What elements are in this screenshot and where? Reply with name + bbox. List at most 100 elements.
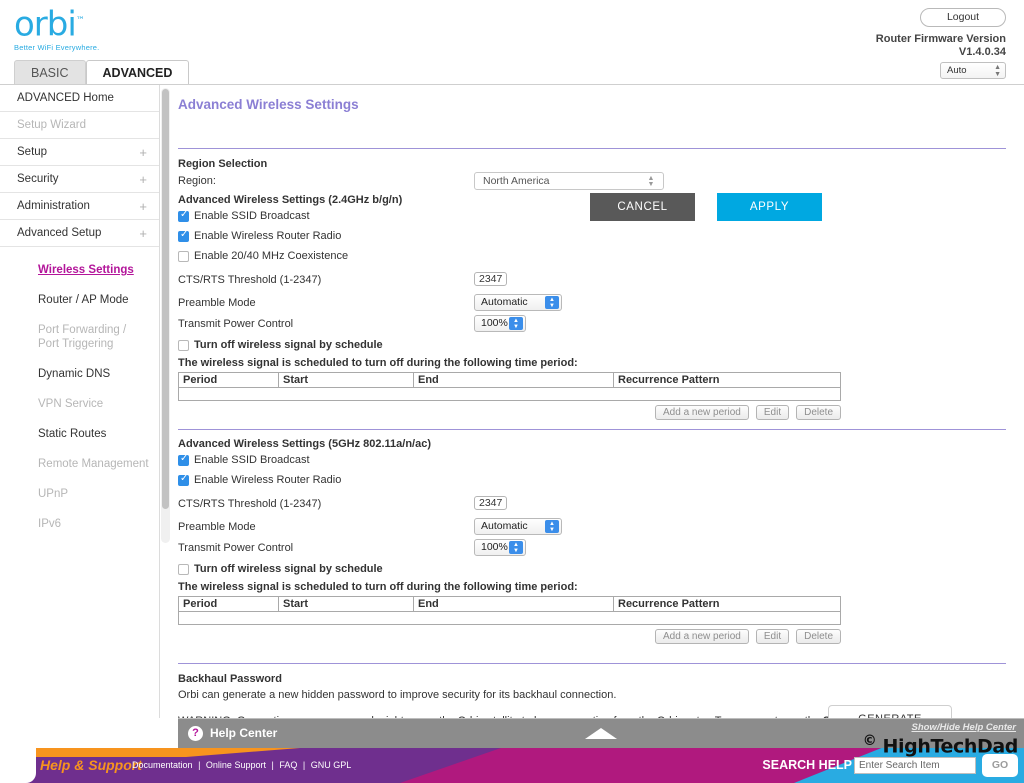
band24-preamble-select[interactable]: Automatic ▲ ▼ (474, 294, 562, 311)
chevron-updown-icon: ▲ ▼ (509, 317, 523, 330)
watermark-text: HighTechDad (882, 735, 1019, 757)
logout-button[interactable]: Logout (920, 8, 1006, 27)
band5-add-period-button[interactable]: Add a new period (655, 629, 749, 644)
footer-link-documentation[interactable]: Documentation (132, 760, 193, 770)
band5-ssid-broadcast-row[interactable]: Enable SSID Broadcast (178, 452, 1006, 469)
band24-coexistence-row[interactable]: Enable 20/40 MHz Coexistence (178, 248, 1006, 265)
trademark-symbol: ™ (75, 16, 85, 26)
band24-edit-button[interactable]: Edit (755, 405, 790, 420)
band5-preamble-label: Preamble Mode (178, 521, 256, 533)
scrollbar-thumb[interactable] (162, 89, 169, 509)
tab-basic[interactable]: BASIC (14, 60, 86, 84)
band24-cts-row: CTS/RTS Threshold (1-2347) 2347 (178, 272, 1006, 288)
sidebar-item-advanced-home[interactable]: ADVANCED Home (0, 85, 159, 112)
band24-add-period-button[interactable]: Add a new period (655, 405, 749, 420)
plus-icon: + (139, 172, 147, 187)
checkbox-checked-icon[interactable] (178, 229, 189, 242)
sidebar-item-upnp[interactable]: UPnP (0, 479, 159, 509)
band-5-title: Advanced Wireless Settings (5GHz 802.11a… (178, 438, 432, 450)
footer-link-gnu-gpl[interactable]: GNU GPL (311, 760, 352, 770)
sidebar-item-label: Advanced Setup (17, 227, 102, 239)
band24-router-radio-label: Enable Wireless Router Radio (194, 230, 342, 242)
footer-links: Documentation | Online Support | FAQ | G… (132, 760, 351, 770)
band5-schedule-row[interactable]: Turn off wireless signal by schedule (178, 561, 1006, 578)
region-row: Region: North America ▲ ▼ (178, 172, 1006, 190)
link-separator: | (271, 760, 274, 770)
tab-advanced[interactable]: ADVANCED (85, 60, 190, 84)
checkbox-checked-icon[interactable] (178, 473, 189, 486)
band5-delete-button[interactable]: Delete (796, 629, 841, 644)
generate-button[interactable]: GENERATE (828, 705, 952, 718)
band5-power-select[interactable]: 100% ▲ ▼ (474, 539, 526, 556)
sidebar-item-security[interactable]: Security + (0, 166, 159, 193)
caret-up-icon[interactable] (585, 728, 617, 739)
backhaul-title: Backhaul Password (178, 673, 282, 685)
checkbox-unchecked-icon[interactable] (178, 564, 189, 575)
band5-cts-input[interactable]: 2347 (474, 496, 508, 510)
empty-cell (178, 611, 841, 625)
sidebar-item-label: Setup Wizard (17, 119, 87, 131)
search-input[interactable]: Enter Search Item (854, 757, 976, 774)
band5-preamble-select[interactable]: Automatic ▲ ▼ (474, 518, 562, 535)
content-scrollbar[interactable] (161, 88, 170, 543)
show-hide-help-center-link[interactable]: Show/Hide Help Center (911, 722, 1016, 733)
checkbox-unchecked-icon[interactable] (178, 340, 189, 351)
plus-icon: + (139, 145, 147, 160)
watermark: © HighTechDad (863, 733, 1019, 757)
column-start: Start (278, 596, 414, 612)
band5-cts-row: CTS/RTS Threshold (1-2347) 2347 (178, 496, 1006, 512)
section-divider-backhaul (178, 663, 1006, 664)
band5-router-radio-row[interactable]: Enable Wireless Router Radio (178, 472, 1006, 489)
go-button[interactable]: GO (982, 754, 1018, 777)
language-select[interactable]: Auto ▲ ▼ (940, 62, 1006, 79)
sidebar-item-setup[interactable]: Setup + (0, 139, 159, 166)
page-title: Advanced Wireless Settings (178, 97, 359, 112)
band24-router-radio-row[interactable]: Enable Wireless Router Radio (178, 228, 1006, 245)
region-select-value: North America (483, 175, 550, 187)
band24-preamble-label: Preamble Mode (178, 297, 256, 309)
sidebar-item-setup-wizard[interactable]: Setup Wizard (0, 112, 159, 139)
band24-schedule-note: The wireless signal is scheduled to turn… (178, 357, 578, 369)
sidebar-item-port-forwarding[interactable]: Port Forwarding / Port Triggering (0, 315, 159, 359)
sidebar-item-ipv6[interactable]: IPv6 (0, 509, 159, 539)
chevron-updown-icon: ▲ ▼ (647, 175, 655, 188)
band24-delete-button[interactable]: Delete (796, 405, 841, 420)
sidebar-item-advanced-setup[interactable]: Advanced Setup + (0, 220, 159, 247)
band24-schedule-row[interactable]: Turn off wireless signal by schedule (178, 337, 1006, 354)
sidebar-item-remote-management[interactable]: Remote Management (0, 449, 159, 479)
chevron-updown-icon: ▲ ▼ (545, 520, 559, 533)
band5-edit-button[interactable]: Edit (755, 629, 790, 644)
band24-cts-input[interactable]: 2347 (474, 272, 508, 286)
band24-power-value: 100% (481, 317, 508, 329)
sidebar-item-vpn-service[interactable]: VPN Service (0, 389, 159, 419)
sidebar-item-label: Security (17, 173, 59, 185)
band24-schedule-buttons: Add a new period Edit Delete (178, 405, 841, 420)
question-mark-icon: ? (188, 726, 203, 741)
sidebar-item-label: Administration (17, 200, 90, 212)
sidebar-item-administration[interactable]: Administration + (0, 193, 159, 220)
band24-preamble-row: Preamble Mode Automatic ▲ ▼ (178, 294, 1006, 311)
page-body: ADVANCED Home Setup Wizard Setup + Secur… (0, 85, 1024, 718)
band24-power-select[interactable]: 100% ▲ ▼ (474, 315, 526, 332)
region-select[interactable]: North America ▲ ▼ (474, 172, 664, 190)
table-header-row: Period Start End Recurrence Pattern (178, 372, 841, 388)
sidebar-item-static-routes[interactable]: Static Routes (0, 419, 159, 449)
checkbox-checked-icon[interactable] (178, 209, 189, 222)
band24-schedule-table: Period Start End Recurrence Pattern (178, 372, 841, 401)
footer-link-faq[interactable]: FAQ (279, 760, 297, 770)
sidebar-item-dynamic-dns[interactable]: Dynamic DNS (0, 359, 159, 389)
column-recurrence: Recurrence Pattern (613, 372, 841, 388)
footer-link-online-support[interactable]: Online Support (206, 760, 266, 770)
checkbox-unchecked-icon[interactable] (178, 251, 189, 262)
band24-ssid-broadcast-row[interactable]: Enable SSID Broadcast (178, 208, 1006, 225)
checkbox-checked-icon[interactable] (178, 453, 189, 466)
sidebar-item-wireless-settings[interactable]: Wireless Settings (0, 255, 159, 285)
column-end: End (413, 372, 614, 388)
plus-icon: + (139, 199, 147, 214)
band5-schedule-table: Period Start End Recurrence Pattern (178, 596, 841, 625)
orbi-logo: orbi™ Better WiFi Everywhere. (14, 4, 99, 52)
band5-schedule-note: The wireless signal is scheduled to turn… (178, 581, 578, 593)
empty-cell (178, 387, 841, 401)
column-recurrence: Recurrence Pattern (613, 596, 841, 612)
sidebar-item-router-ap-mode[interactable]: Router / AP Mode (0, 285, 159, 315)
